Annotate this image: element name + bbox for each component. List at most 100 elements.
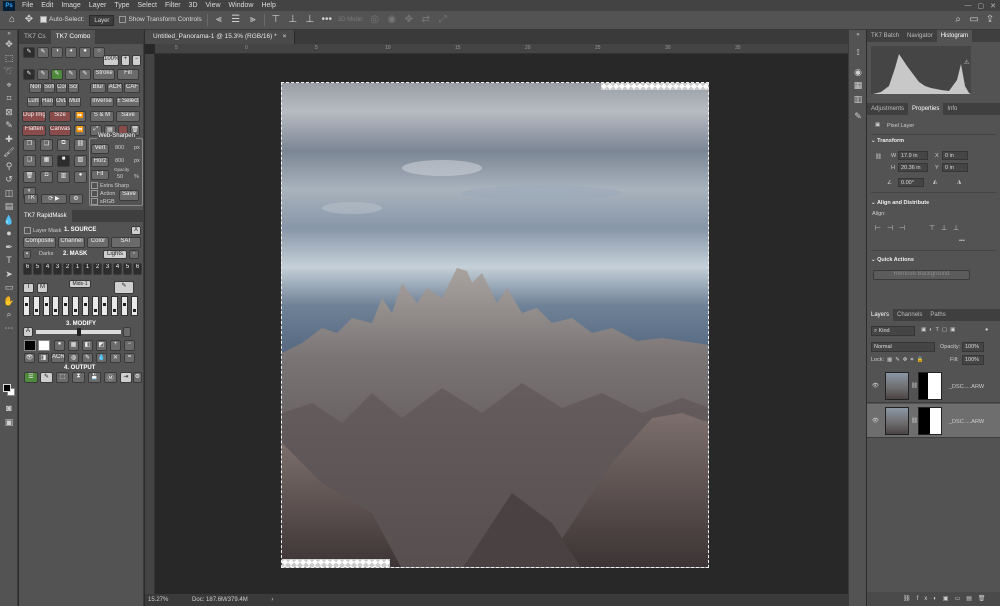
circle-quarter-icon[interactable]: ◕ bbox=[65, 47, 77, 58]
histogram-warning-icon[interactable]: ⚠ bbox=[964, 59, 969, 66]
canvas-button[interactable]: Canvas bbox=[49, 125, 71, 136]
layer-name[interactable]: _DSC.....ARW bbox=[949, 384, 984, 390]
tab-tk7-batch[interactable]: TK7 Batch bbox=[867, 30, 903, 42]
t-button[interactable]: T bbox=[23, 283, 34, 293]
mask-level-button[interactable]: 1 bbox=[73, 263, 82, 275]
healing-tool-icon[interactable]: ✚ bbox=[0, 133, 18, 147]
black-fill-icon[interactable] bbox=[24, 340, 36, 351]
flip-h-icon[interactable]: ◭ bbox=[933, 179, 937, 185]
menu-filter[interactable]: Filter bbox=[161, 2, 185, 9]
slider-knob[interactable] bbox=[113, 309, 117, 312]
layers-stack-icon[interactable]: ▥ bbox=[57, 171, 70, 183]
layer-mask-thumbnail[interactable] bbox=[918, 372, 942, 400]
brush-settings-icon[interactable]: ⟟ bbox=[849, 46, 867, 60]
circle-full-icon[interactable]: ● bbox=[79, 47, 91, 58]
slider-knob[interactable] bbox=[25, 303, 28, 306]
brush-black-icon[interactable]: ✎ bbox=[23, 69, 35, 80]
menu-edit[interactable]: Edit bbox=[37, 2, 57, 9]
link-icon[interactable]: ⛓ bbox=[74, 139, 87, 151]
acr-button[interactable]: ACR bbox=[107, 83, 123, 93]
mask-level-button[interactable]: 6 bbox=[133, 263, 142, 275]
tab-tk7-combo[interactable]: TK7 Combo bbox=[50, 30, 96, 44]
tab-paths[interactable]: Paths bbox=[926, 309, 949, 321]
blur-button[interactable]: Blur bbox=[90, 83, 106, 93]
mask-level-button[interactable]: 5 bbox=[33, 263, 42, 275]
blend-hard-button[interactable]: Hard bbox=[41, 97, 54, 107]
output-brush-icon[interactable]: ✎ bbox=[40, 372, 53, 383]
close-tab-icon[interactable]: × bbox=[282, 33, 286, 40]
slider-knob[interactable] bbox=[83, 303, 87, 306]
tab-info[interactable]: Info bbox=[943, 103, 961, 115]
slider-knob[interactable] bbox=[132, 309, 136, 312]
y-field[interactable]: 0 in bbox=[942, 163, 968, 172]
plus-icon[interactable]: + bbox=[110, 340, 121, 351]
contrast-icon[interactable]: ◧ bbox=[82, 340, 93, 351]
output-save-icon[interactable]: 💾 bbox=[88, 372, 101, 383]
menu-file[interactable]: File bbox=[18, 2, 37, 9]
blend-mode-select[interactable]: Normal bbox=[871, 342, 935, 352]
tab-adjustments[interactable]: Adjustments bbox=[867, 103, 908, 115]
quick-mask-icon[interactable]: ◙ bbox=[0, 402, 18, 416]
layer-name[interactable]: _DSC.....ARW bbox=[949, 419, 984, 425]
vert-value[interactable]: 800 bbox=[115, 145, 124, 151]
align-middle-icon[interactable]: ⊥ bbox=[287, 14, 299, 26]
copy-icon[interactable]: ❑ bbox=[23, 155, 36, 167]
brush-dark-icon[interactable]: ✎ bbox=[79, 69, 91, 80]
share-icon[interactable]: ⇪ bbox=[984, 14, 996, 26]
layer-row[interactable]: 👁 ⛓ _DSC.....ARW bbox=[867, 369, 1000, 403]
show-transform-checkbox[interactable]: Show Transform Controls bbox=[119, 16, 202, 24]
layer-kind-filter[interactable]: ⌕ Kind bbox=[871, 326, 915, 336]
stack-icon[interactable]: ▦ bbox=[40, 155, 53, 167]
output-layers-icon[interactable]: ☰ bbox=[24, 372, 38, 383]
width-field[interactable]: 17.9 in bbox=[898, 151, 928, 160]
align-top-icon[interactable]: ⊤ bbox=[929, 224, 935, 232]
white-fill-icon[interactable] bbox=[38, 340, 50, 351]
forward-icon[interactable]: ⏩ bbox=[74, 111, 86, 122]
equals-icon[interactable]: = bbox=[124, 353, 135, 363]
align-header[interactable]: ⌄ Align and Distribute bbox=[871, 200, 929, 206]
menu-layer[interactable]: Layer bbox=[85, 2, 111, 9]
vert-button[interactable]: Vert bbox=[91, 144, 109, 154]
layers-footer-icons[interactable]: ⛓fx◐▣▭▤🗑 bbox=[867, 592, 1000, 606]
mask-level-slider[interactable] bbox=[130, 296, 138, 316]
angle-field[interactable]: 0.00° bbox=[898, 178, 924, 187]
lasso-tool-icon[interactable]: ➰ bbox=[0, 65, 18, 79]
mask-level-slider[interactable] bbox=[23, 296, 30, 316]
stroke-button[interactable]: Stroke bbox=[93, 69, 115, 80]
eyedropper-tool-icon[interactable]: ✎ bbox=[0, 119, 18, 133]
mask-level-slider[interactable] bbox=[111, 296, 119, 316]
link-dimensions-icon[interactable]: ⛓ bbox=[875, 154, 882, 160]
menu-window[interactable]: Window bbox=[225, 2, 258, 9]
output-gear-icon[interactable]: ⚙ bbox=[133, 372, 142, 383]
layer-filter-icons[interactable]: ▣◐T▢▣ bbox=[921, 327, 958, 333]
marquee-tool-icon[interactable]: ⬚ bbox=[0, 52, 18, 66]
gear-icon[interactable]: ⚙ bbox=[69, 194, 83, 204]
screen-mode-icon[interactable]: ▣ bbox=[0, 416, 18, 430]
acr-mask-button[interactable]: ACR bbox=[51, 353, 65, 363]
history-brush-tool-icon[interactable]: ↺ bbox=[0, 173, 18, 187]
mask-level-button[interactable]: 4 bbox=[113, 263, 122, 275]
mids-button[interactable]: Mids-1 bbox=[69, 280, 91, 288]
slider-knob[interactable] bbox=[123, 303, 126, 306]
brush-white-icon[interactable]: ✎ bbox=[37, 47, 49, 58]
pen-tool-icon[interactable]: ✒ bbox=[0, 241, 18, 255]
dodge-tool-icon[interactable]: ● bbox=[0, 227, 18, 241]
eraser-tool-icon[interactable]: ◫ bbox=[0, 187, 18, 201]
horz-value[interactable]: 800 bbox=[115, 158, 124, 164]
document-canvas[interactable] bbox=[281, 82, 709, 568]
menu-select[interactable]: Select bbox=[134, 2, 161, 9]
fill-field[interactable]: 100% bbox=[962, 355, 984, 365]
menu-type[interactable]: Type bbox=[110, 2, 133, 9]
menu-image[interactable]: Image bbox=[57, 2, 84, 9]
tab-channels[interactable]: Channels bbox=[893, 309, 926, 321]
srgb-checkbox[interactable]: sRGB bbox=[91, 198, 115, 205]
layer-mask-checkbox[interactable]: Layer Mask bbox=[24, 227, 61, 234]
horz-button[interactable]: Horz bbox=[91, 157, 109, 167]
blend-ovl-button[interactable]: OvL bbox=[55, 97, 67, 107]
a-button[interactable]: A bbox=[23, 327, 33, 337]
new-layer-icon[interactable]: ❐ bbox=[23, 139, 36, 151]
close-mask-icon[interactable]: ✕ bbox=[110, 353, 121, 363]
web-save-button[interactable]: Save bbox=[119, 190, 139, 201]
brush-green-icon[interactable]: ✎ bbox=[51, 69, 63, 80]
slider-knob[interactable] bbox=[103, 303, 107, 306]
